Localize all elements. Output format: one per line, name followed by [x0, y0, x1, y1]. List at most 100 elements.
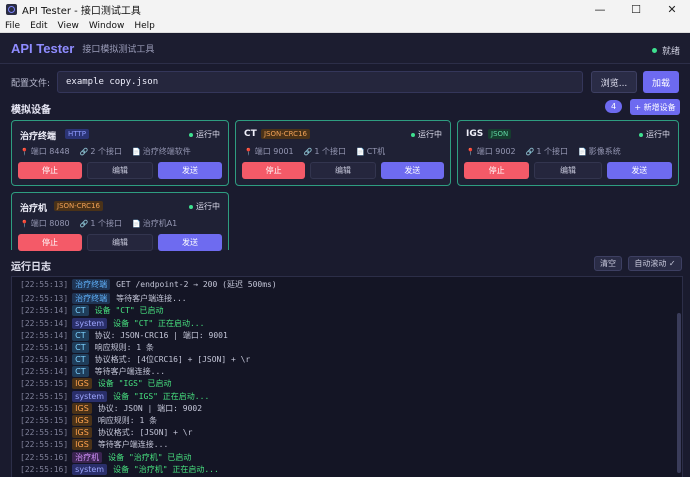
- log-source-tag: 治疗终端: [72, 293, 111, 304]
- protocol-badge: HTTP: [65, 129, 89, 139]
- running-dot-icon: [189, 132, 193, 137]
- device-count-badge: 4: [605, 100, 622, 113]
- log-message: 协议: JSON | 端口: 9002: [97, 404, 203, 413]
- log-message: 设备 "CT" 已启动: [94, 306, 164, 315]
- send-button[interactable]: 发送: [158, 162, 222, 179]
- log-row: [22:55:15] IGS 响应规则: 1 条: [20, 415, 157, 426]
- minimize-button[interactable]: —: [582, 0, 618, 19]
- device-name: CT: [244, 129, 257, 139]
- log-source-tag: IGS: [72, 403, 92, 414]
- device-interfaces: 1 个接口: [314, 147, 346, 156]
- window-title: API Tester - 接口测试工具: [22, 6, 141, 17]
- menu-help[interactable]: Help: [129, 21, 160, 31]
- device-name: 治疗机: [20, 204, 48, 214]
- log-source-tag: CT: [72, 354, 89, 365]
- stop-button[interactable]: 停止: [18, 162, 82, 179]
- device-card-treatment-terminal: 治疗终端 HTTP 运行中 📍 端口 8448 🔗 2 个接口 📄 治疗终端软件 停止…: [11, 120, 229, 186]
- log-row: [22:55:15] IGS 协议: JSON | 端口: 9002: [20, 403, 202, 414]
- stop-button[interactable]: 停止: [464, 162, 530, 179]
- status-indicator: 就绪: [651, 44, 680, 57]
- log-timestamp: [22:55:15]: [20, 392, 69, 401]
- browse-button[interactable]: 浏览...: [591, 71, 637, 93]
- device-description: 治疗终端软件: [142, 147, 191, 156]
- log-row: [22:55:14] CT 协议格式: [4位CRC16] + [JSON] + \…: [20, 354, 250, 365]
- config-file-input[interactable]: example copy.json: [57, 71, 583, 93]
- pin-icon: 📍: [20, 219, 29, 228]
- stop-button[interactable]: 停止: [18, 234, 82, 251]
- link-icon: 🔗: [79, 219, 89, 228]
- edit-button[interactable]: 编辑: [87, 162, 153, 179]
- log-timestamp: [22:55:14]: [20, 355, 69, 364]
- log-row: [22:55:15] system 设备 "IGS" 正在启动...: [20, 391, 209, 402]
- device-port: 端口 8448: [30, 147, 70, 156]
- menu-file[interactable]: File: [0, 21, 25, 31]
- device-interfaces: 2 个接口: [90, 147, 122, 156]
- log-source-tag: CT: [72, 305, 89, 316]
- device-meta: 📍 端口 8080 🔗 1 个接口 📄 治疗机A1: [20, 218, 177, 229]
- device-status: 运行中: [189, 129, 220, 140]
- send-button[interactable]: 发送: [158, 234, 222, 251]
- send-button[interactable]: 发送: [606, 162, 672, 179]
- log-timestamp: [22:55:15]: [20, 379, 69, 388]
- app-subtitle: 接口模拟测试工具: [82, 45, 155, 55]
- log-timestamp: [22:55:16]: [20, 465, 69, 474]
- stop-button[interactable]: 停止: [242, 162, 306, 179]
- log-source-tag: CT: [72, 342, 89, 353]
- add-device-button[interactable]: + 新增设备: [630, 99, 680, 115]
- log-message: 设备 "治疗机" 已启动: [108, 453, 192, 462]
- log-row: [22:55:15] IGS 协议格式: [JSON] + \r: [20, 427, 192, 438]
- menu-window[interactable]: Window: [84, 21, 130, 31]
- device-status-text: 运行中: [196, 130, 220, 139]
- log-source-tag: 治疗终端: [72, 279, 111, 290]
- log-source-tag: IGS: [72, 439, 92, 450]
- device-status-text: 运行中: [196, 202, 220, 211]
- device-meta: 📍 端口 9001 🔗 1 个接口 📄 CT机: [244, 146, 385, 157]
- link-icon: 🔗: [525, 147, 535, 156]
- edit-button[interactable]: 编辑: [87, 234, 153, 251]
- log-message: GET /endpoint-2 → 200 (延迟 500ms): [116, 280, 277, 289]
- link-icon: 🔗: [79, 147, 89, 156]
- edit-button[interactable]: 编辑: [534, 162, 602, 179]
- protocol-badge: JSON-CRC16: [54, 201, 103, 211]
- menu-edit[interactable]: Edit: [25, 21, 52, 31]
- app-header: API Tester 接口模拟测试工具 就绪: [0, 34, 690, 64]
- log-row: [22:55:13] 治疗终端 等待客户端连接...: [20, 293, 187, 304]
- protocol-badge: JSON: [488, 129, 512, 139]
- window-titlebar: API Tester - 接口测试工具 — ☐ ✕: [0, 0, 690, 19]
- close-button[interactable]: ✕: [654, 0, 690, 19]
- log-timestamp: [22:55:15]: [20, 416, 69, 425]
- autoscroll-toggle[interactable]: 自动滚动 ✓: [628, 256, 682, 271]
- log-message: 等待客户端连接...: [94, 367, 166, 376]
- log-timestamp: [22:55:15]: [20, 404, 69, 413]
- status-dot-icon: [651, 48, 657, 53]
- menu-bar: File Edit View Window Help: [0, 19, 690, 33]
- log-row: [22:55:16] system 设备 "治疗机" 正在启动...: [20, 464, 219, 475]
- config-row: 配置文件: example copy.json 浏览... 加载: [11, 71, 679, 93]
- maximize-button[interactable]: ☐: [618, 0, 654, 19]
- log-row: [22:55:16] 治疗机 设备 "治疗机" 已启动: [20, 452, 191, 463]
- device-status: 运行中: [189, 201, 220, 212]
- menu-view[interactable]: View: [53, 21, 84, 31]
- send-button[interactable]: 发送: [380, 162, 444, 179]
- log-timestamp: [22:55:14]: [20, 343, 69, 352]
- log-message: 设备 "CT" 正在启动...: [113, 319, 205, 328]
- log-source-tag: system: [72, 391, 108, 402]
- log-timestamp: [22:55:13]: [20, 294, 69, 303]
- devices-section-title: 模拟设备: [11, 105, 51, 116]
- status-text: 就绪: [661, 47, 680, 57]
- log-timestamp: [22:55:16]: [20, 453, 69, 462]
- log-scrollbar[interactable]: [677, 313, 681, 473]
- log-panel[interactable]: [22:55:13] 治疗终端 GET /endpoint-2 → 200 (延迟 …: [11, 276, 683, 477]
- load-button[interactable]: 加载: [643, 71, 679, 93]
- device-port: 端口 8080: [30, 219, 70, 228]
- clear-log-button[interactable]: 清空: [594, 256, 622, 271]
- edit-button[interactable]: 编辑: [310, 162, 376, 179]
- device-name: 治疗终端: [20, 132, 57, 142]
- device-interfaces: 1 个接口: [90, 219, 122, 228]
- doc-icon: 📄: [355, 147, 365, 156]
- log-row: [22:55:13] 治疗终端 GET /endpoint-2 → 200 (延迟 …: [20, 279, 277, 290]
- doc-icon: 📄: [131, 147, 141, 156]
- device-meta: 📍 端口 9002 🔗 1 个接口 📄 影像系统: [466, 146, 621, 157]
- device-description: 影像系统: [588, 147, 621, 156]
- pin-icon: 📍: [244, 147, 253, 156]
